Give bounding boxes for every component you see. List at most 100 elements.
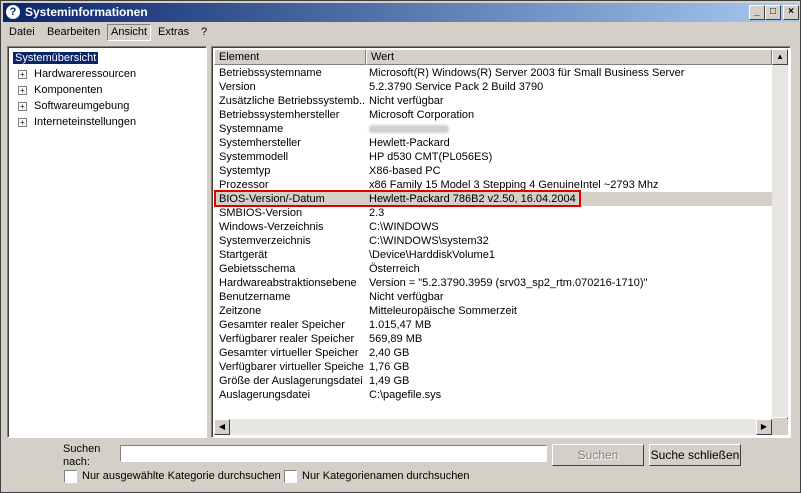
element-cell: Systemverzeichnis: [219, 235, 311, 247]
value-cell: Microsoft(R) Windows(R) Server 2003 für …: [369, 67, 685, 79]
value-cell: Nicht verfügbar: [369, 291, 444, 303]
element-cell: Systemtyp: [219, 165, 271, 177]
element-cell: SMBIOS-Version: [219, 207, 303, 219]
menu-extras[interactable]: Extras: [155, 25, 192, 40]
table-row[interactable]: Systemmodell HP d530 CMT(PL056ES): [214, 150, 788, 164]
table-row[interactable]: Systemhersteller Hewlett-Packard: [214, 136, 788, 150]
scroll-corner: [772, 419, 788, 435]
element-cell: Systemmodell: [219, 151, 289, 163]
search-input[interactable]: [120, 445, 547, 462]
table-row[interactable]: Hardwareabstraktionsebene Version = "5.2.…: [214, 276, 788, 290]
menu-datei[interactable]: Datei: [6, 25, 38, 40]
element-cell: Zusätzliche Betriebssystemb...: [219, 95, 364, 107]
value-cell: 2.3: [369, 207, 385, 219]
table-row[interactable]: Windows-Verzeichnis C:\WINDOWS: [214, 220, 788, 234]
scroll-left-button[interactable]: ◀: [214, 419, 230, 435]
element-cell: Hardwareabstraktionsebene: [219, 277, 357, 289]
element-cell: Systemhersteller: [219, 137, 301, 149]
value-cell: \Device\HarddiskVolume1: [369, 249, 495, 261]
column-header-element[interactable]: Element: [214, 49, 366, 65]
value-cell: C:\pagefile.sys: [369, 389, 442, 401]
menu-bearbeiten[interactable]: Bearbeiten: [44, 25, 103, 40]
table-row[interactable]: Systemname: [214, 122, 788, 136]
value-cell: 1.015,47 MB: [369, 319, 432, 331]
checkbox-category-names[interactable]: [284, 470, 297, 483]
redacted-value: [369, 125, 449, 133]
value-cell: Version = "5.2.3790.3959 (srv03_sp2_rtm.…: [369, 277, 648, 289]
value-cell: HP d530 CMT(PL056ES): [369, 151, 493, 163]
element-cell: Verfügbarer realer Speicher: [219, 333, 355, 345]
element-cell: Verfügbarer virtueller Speicher: [219, 361, 364, 373]
value-cell: 2,40 GB: [369, 347, 410, 359]
expand-icon[interactable]: +: [18, 102, 27, 111]
value-cell: Hewlett-Packard 786B2 v2.50, 16.04.2004: [369, 193, 576, 205]
table-row[interactable]: Zusätzliche Betriebssystemb... Nicht verf…: [214, 94, 788, 108]
table-row[interactable]: BIOS-Version/-Datum Hewlett-Packard 786B2…: [214, 192, 788, 206]
checkbox-selected-category[interactable]: [64, 470, 77, 483]
table-row[interactable]: SMBIOS-Version 2.3: [214, 206, 788, 220]
value-cell: Österreich: [369, 263, 420, 275]
details-list[interactable]: Element Wert Betriebssystemname Microsoft…: [211, 46, 791, 438]
element-cell: Auslagerungsdatei: [219, 389, 311, 401]
checkbox-selected-category-label[interactable]: Nur ausgewählte Kategorie durchsuchen: [82, 469, 281, 483]
table-row[interactable]: Systemtyp X86-based PC: [214, 164, 788, 178]
value-cell: Mitteleuropäische Sommerzeit: [369, 305, 517, 317]
table-row[interactable]: Startgerät \Device\HarddiskVolume1: [214, 248, 788, 262]
menu-bar: Datei Bearbeiten Ansicht Extras ?: [3, 23, 798, 42]
element-cell: Gesamter virtueller Speicher: [219, 347, 359, 359]
element-cell: Zeitzone: [219, 305, 262, 317]
vertical-scrollbar[interactable]: ▲ ▼: [772, 49, 788, 433]
scroll-right-button[interactable]: ▶: [756, 419, 772, 435]
tree-item-systemuebersicht[interactable]: Systemübersicht: [11, 51, 100, 65]
element-cell: Größe der Auslagerungsdatei: [219, 375, 363, 387]
table-row[interactable]: Verfügbarer virtueller Speicher 1,76 GB: [214, 360, 788, 374]
element-cell: Benutzername: [219, 291, 291, 303]
menu-help[interactable]: ?: [198, 25, 210, 40]
element-cell: Gebietsschema: [219, 263, 296, 275]
expand-icon[interactable]: +: [18, 118, 27, 127]
expand-icon[interactable]: +: [18, 86, 27, 95]
search-label-line1: Suchen: [63, 443, 101, 455]
element-cell: Systemname: [219, 123, 284, 135]
help-app-icon: ?: [6, 5, 20, 19]
minimize-button[interactable]: _: [749, 5, 765, 20]
element-cell: Windows-Verzeichnis: [219, 221, 324, 233]
table-row[interactable]: Gesamter realer Speicher 1.015,47 MB: [214, 318, 788, 332]
tree-item-label: Hardwareressourcen: [34, 68, 137, 80]
category-tree[interactable]: Systemübersicht + Hardwareressourcen + K…: [7, 46, 207, 438]
checkbox-category-names-label[interactable]: Nur Kategorienamen durchsuchen: [302, 469, 470, 483]
maximize-button[interactable]: □: [765, 5, 781, 20]
scroll-up-button[interactable]: ▲: [772, 49, 788, 65]
element-cell: Prozessor: [219, 179, 269, 191]
value-cell: Nicht verfügbar: [369, 95, 444, 107]
expand-icon[interactable]: +: [18, 70, 27, 79]
horizontal-scrollbar[interactable]: ◀ ▶: [214, 419, 772, 435]
table-row[interactable]: Prozessor x86 Family 15 Model 3 Stepping …: [214, 178, 788, 192]
close-search-button[interactable]: Suche schließen: [649, 444, 741, 466]
table-row[interactable]: Verfügbarer realer Speicher 569,89 MB: [214, 332, 788, 346]
value-cell: X86-based PC: [369, 165, 441, 177]
table-row[interactable]: Betriebssystemhersteller Microsoft Corpor…: [214, 108, 788, 122]
tree-item-label: Softwareumgebung: [34, 100, 130, 112]
column-header-wert[interactable]: Wert: [366, 49, 772, 65]
value-cell: Microsoft Corporation: [369, 109, 475, 121]
table-row[interactable]: Auslagerungsdatei C:\pagefile.sys: [214, 388, 788, 402]
table-row[interactable]: Gebietsschema Österreich: [214, 262, 788, 276]
menu-ansicht[interactable]: Ansicht: [107, 24, 152, 41]
search-label: Suchen nach:: [63, 443, 100, 469]
value-cell: 569,89 MB: [369, 333, 423, 345]
value-cell: C:\WINDOWS\system32: [369, 235, 489, 247]
system-info-window: ? Systeminformationen _ □ × Datei Bearbe…: [0, 0, 801, 493]
table-row[interactable]: Betriebssystemname Microsoft(R) Windows(R…: [214, 66, 788, 80]
table-row[interactable]: Benutzername Nicht verfügbar: [214, 290, 788, 304]
table-row[interactable]: Version 5.2.3790 Service Pack 2 Build 379…: [214, 80, 788, 94]
element-cell: Betriebssystemname: [219, 67, 322, 79]
table-row[interactable]: Gesamter virtueller Speicher 2,40 GB: [214, 346, 788, 360]
table-row[interactable]: Größe der Auslagerungsdatei 1,49 GB: [214, 374, 788, 388]
search-button[interactable]: Suchen: [552, 444, 644, 466]
close-button[interactable]: ×: [783, 5, 799, 20]
title-bar[interactable]: ? Systeminformationen _ □ ×: [3, 3, 799, 22]
table-row[interactable]: Zeitzone Mitteleuropäische Sommerzeit: [214, 304, 788, 318]
element-cell: Gesamter realer Speicher: [219, 319, 345, 331]
table-row[interactable]: Systemverzeichnis C:\WINDOWS\system32: [214, 234, 788, 248]
